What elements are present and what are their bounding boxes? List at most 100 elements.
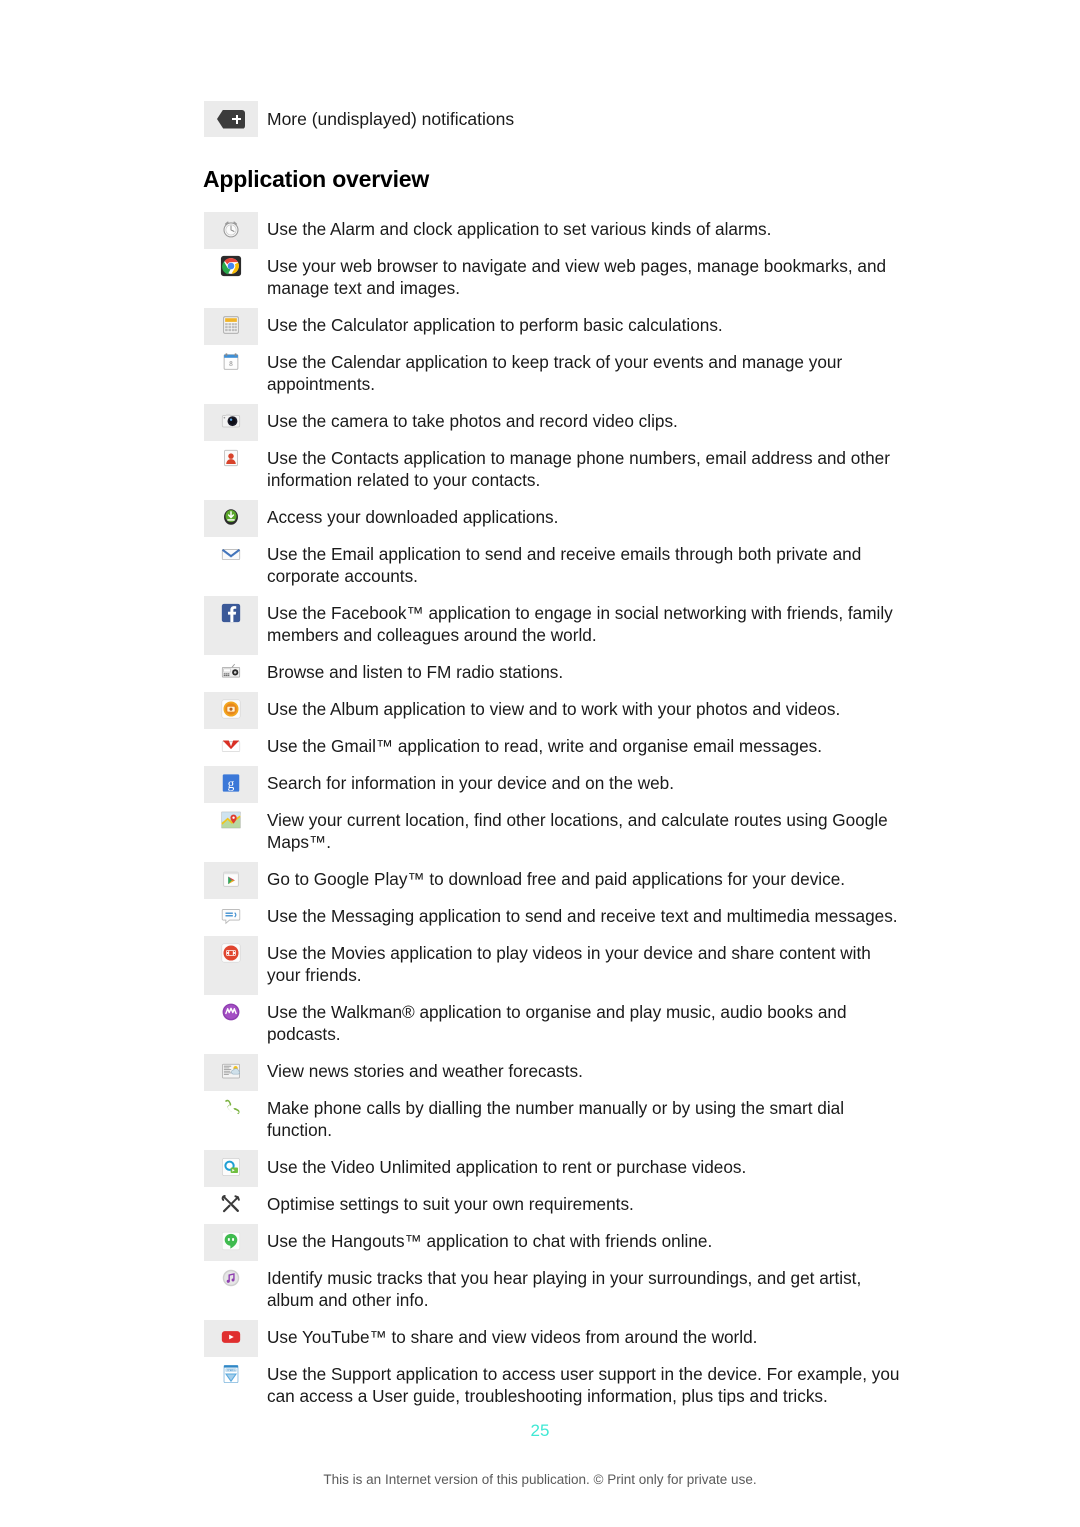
page-title: Application overview (203, 166, 430, 192)
app-icon-cell: XPERIA (204, 1357, 258, 1416)
app-description: Use the camera to take photos and record… (267, 411, 678, 431)
app-icon-cell (204, 1261, 258, 1320)
app-overview-row: 8 Use the Calendar application to keep tr… (204, 345, 904, 404)
app-overview-row: Use your web browser to navigate and vie… (204, 249, 904, 308)
svg-text:XPERIA: XPERIA (226, 1368, 236, 1372)
app-description: Use the Movies application to play video… (267, 943, 871, 985)
email-icon (220, 543, 242, 565)
app-overview-row: Make phone calls by dialling the number … (204, 1091, 904, 1150)
app-overview-row: Use the Contacts application to manage p… (204, 441, 904, 500)
app-overview-row: Use YouTube™ to share and view videos fr… (204, 1320, 904, 1357)
more-notifications-row: More (undisplayed) notifications (204, 101, 514, 137)
fm-radio-icon (220, 661, 242, 683)
app-description: Use the Email application to send and re… (267, 544, 862, 586)
settings-icon (220, 1193, 242, 1215)
app-overview-row: Use the Facebook™ application to engage … (204, 596, 904, 655)
app-icon-cell (204, 655, 258, 692)
movies-icon (220, 942, 242, 964)
google-search-icon: g (220, 772, 242, 794)
phone-icon (220, 1097, 242, 1119)
app-icon-cell (204, 692, 258, 729)
app-description: Use your web browser to navigate and vie… (267, 256, 887, 298)
app-overview-row: Go to Google Play™ to download free and … (204, 862, 904, 899)
app-description: Use the Hangouts™ application to chat wi… (267, 1231, 713, 1251)
app-icon-cell (204, 936, 258, 995)
app-overview-row: Use the Email application to send and re… (204, 537, 904, 596)
app-overview-row: g Search for information in your device a… (204, 766, 904, 803)
app-icon-cell (204, 1150, 258, 1187)
app-description: Use the Video Unlimited application to r… (267, 1157, 747, 1177)
app-icon-cell (204, 308, 258, 345)
app-description: Use the Messaging application to send an… (267, 906, 898, 926)
app-description: Browse and listen to FM radio stations. (267, 662, 564, 682)
app-icon-cell (204, 249, 258, 308)
app-overview-row: Use the Movies application to play video… (204, 936, 904, 995)
alarm-clock-icon (220, 218, 242, 240)
app-description: Search for information in your device an… (267, 773, 675, 793)
more-notifications-label: More (undisplayed) notifications (267, 109, 515, 129)
app-icon-cell (204, 899, 258, 936)
app-icon-cell (204, 500, 258, 537)
app-icon-cell (204, 1187, 258, 1224)
app-description: Use the Walkman® application to organise… (267, 1002, 847, 1044)
app-overview-row: Use the camera to take photos and record… (204, 404, 904, 441)
app-overview-row: Use the Video Unlimited application to r… (204, 1150, 904, 1187)
app-icon-cell (204, 729, 258, 766)
app-overview-row: Use the Walkman® application to organise… (204, 995, 904, 1054)
app-description: View news stories and weather forecasts. (267, 1061, 583, 1081)
app-description: Optimise settings to suit your own requi… (267, 1194, 634, 1214)
video-unlimited-icon (220, 1156, 242, 1178)
footer-note: This is an Internet version of this publ… (323, 1472, 757, 1487)
app-icon-cell (204, 404, 258, 441)
app-overview-row: View your current location, find other l… (204, 803, 904, 862)
app-description: Use the Calculator application to perfor… (267, 315, 723, 335)
app-overview-row: View news stories and weather forecasts. (204, 1054, 904, 1091)
album-icon (220, 698, 242, 720)
app-description: Access your downloaded applications. (267, 507, 559, 527)
application-overview-list: Use the Alarm and clock application to s… (204, 212, 904, 1416)
app-icon-cell (204, 596, 258, 655)
app-overview-row: Use the Alarm and clock application to s… (204, 212, 904, 249)
calculator-icon (220, 314, 242, 336)
app-description: View your current location, find other l… (267, 810, 888, 852)
svg-text:8: 8 (229, 361, 233, 368)
app-description: Identify music tracks that you hear play… (267, 1268, 862, 1310)
hangouts-icon (220, 1230, 242, 1252)
app-icon-cell (204, 862, 258, 899)
app-icon-cell (204, 995, 258, 1054)
app-icon-cell: 8 (204, 345, 258, 404)
app-icon-cell (204, 441, 258, 500)
support-icon: XPERIA (220, 1363, 242, 1385)
app-description: Use YouTube™ to share and view videos fr… (267, 1327, 758, 1347)
app-overview-row: Use the Calculator application to perfor… (204, 308, 904, 345)
app-overview-row: Use the Hangouts™ application to chat wi… (204, 1224, 904, 1261)
calendar-icon: 8 (220, 351, 242, 373)
app-icon-cell (204, 803, 258, 862)
chrome-browser-icon (220, 255, 242, 277)
svg-text:g: g (228, 776, 235, 791)
news-weather-icon (220, 1060, 242, 1082)
app-overview-row: XPERIA Use the Support application to acc… (204, 1357, 904, 1416)
youtube-icon (220, 1326, 242, 1348)
app-icon-cell (204, 1224, 258, 1261)
app-overview-row: Optimise settings to suit your own requi… (204, 1187, 904, 1224)
app-description: Use the Contacts application to manage p… (267, 448, 890, 490)
google-play-icon (220, 868, 242, 890)
app-icon-cell (204, 1320, 258, 1357)
app-description: Use the Gmail™ application to read, writ… (267, 736, 823, 756)
document-page: More (undisplayed) notifications Applica… (0, 0, 1080, 1527)
app-overview-row: Use the Messaging application to send an… (204, 899, 904, 936)
app-overview-row: Browse and listen to FM radio stations. (204, 655, 904, 692)
messaging-icon (220, 905, 242, 927)
camera-icon (220, 410, 242, 432)
google-maps-icon (220, 809, 242, 831)
more-notifications-icon-cell (204, 101, 258, 137)
app-description: Use the Support application to access us… (267, 1364, 900, 1406)
app-description: Make phone calls by dialling the number … (267, 1098, 845, 1140)
walkman-icon (220, 1001, 242, 1023)
app-icon-cell (204, 212, 258, 249)
contacts-icon (220, 447, 242, 469)
app-description: Use the Alarm and clock application to s… (267, 219, 772, 239)
facebook-icon (220, 602, 242, 624)
trackid-icon (220, 1267, 242, 1289)
